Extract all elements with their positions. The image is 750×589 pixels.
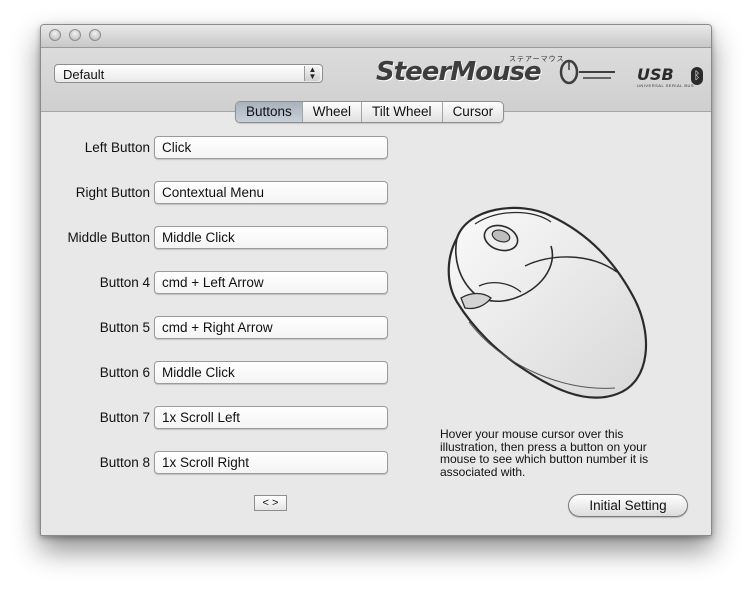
mouse-illustration[interactable] [439,202,654,402]
mouse-logo-icon [559,59,615,85]
minimize-button[interactable] [69,29,81,41]
button-8-label: Button 8 [99,455,150,470]
tab-tilt-wheel[interactable]: Tilt Wheel [362,102,443,122]
zoom-button[interactable] [89,29,101,41]
tab-bar: Buttons Wheel Tilt Wheel Cursor [235,101,505,123]
right-button-label: Right Button [75,185,150,200]
button-8-action-field[interactable]: 1x Scroll Right [154,451,388,474]
button-6-action-field[interactable]: Middle Click [154,361,388,384]
tab-cursor[interactable]: Cursor [443,102,504,122]
button-7-label: Button 7 [99,410,150,425]
button-6-label: Button 6 [99,365,150,380]
hover-hint-text: Hover your mouse cursor over this illust… [440,427,649,479]
button-4-action-field[interactable]: cmd + Left Arrow [154,271,388,294]
profile-popup-value: Default [63,67,105,82]
bluetooth-icon: ᛒ [691,67,703,85]
more-buttons-toggle[interactable]: < > [254,495,287,511]
up-down-arrows-icon: ▲ ▼ [304,66,320,81]
middle-button-label: Middle Button [67,230,150,245]
usb-logo: USB [637,65,674,84]
middle-button-action-field[interactable]: Middle Click [154,226,388,249]
button-4-label: Button 4 [99,275,150,290]
button-5-action-field[interactable]: cmd + Right Arrow [154,316,388,339]
button-7-action-field[interactable]: 1x Scroll Left [154,406,388,429]
buttons-panel: Left Button Click Right Button Contextua… [41,111,711,535]
right-button-action-field[interactable]: Contextual Menu [154,181,388,204]
close-button[interactable] [49,29,61,41]
tab-wheel[interactable]: Wheel [303,102,363,122]
left-button-label: Left Button [84,140,150,155]
button-5-label: Button 5 [99,320,150,335]
profile-popup[interactable]: Default ▲ ▼ [54,64,323,83]
left-button-action-field[interactable]: Click [154,136,388,159]
preferences-window: Default ▲ ▼ SteerMouse ステアーマウス USB UNIVER… [40,24,712,536]
tab-buttons[interactable]: Buttons [236,102,303,122]
usb-subtitle: UNIVERSAL SERIAL BUS [637,83,695,88]
initial-setting-button[interactable]: Initial Setting [568,494,688,517]
title-bar[interactable] [41,25,711,48]
